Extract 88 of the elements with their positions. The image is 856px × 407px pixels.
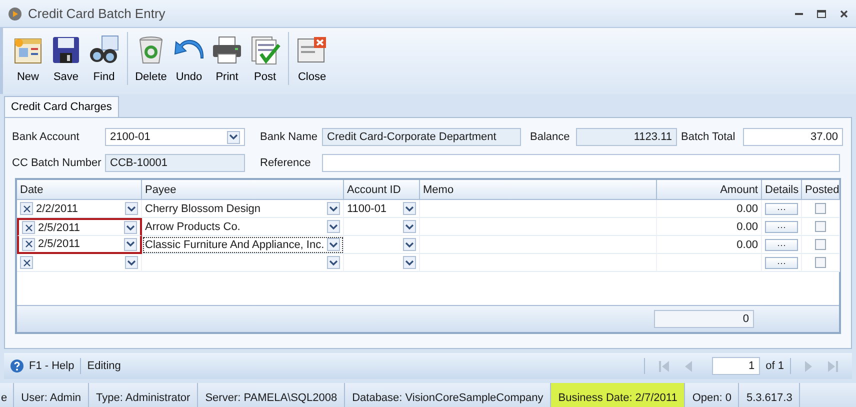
account-id-cell[interactable]: 1100-01 [344, 200, 420, 218]
window-title: Credit Card Batch Entry [28, 6, 166, 21]
close-icon[interactable] [840, 10, 848, 18]
details-button[interactable]: ··· [765, 220, 798, 232]
tab[interactable]: Credit Card Charges [4, 96, 119, 117]
undo-button[interactable]: Undo [170, 32, 208, 85]
column-header[interactable]: Posted [802, 180, 840, 200]
field-label: Bank Name [260, 131, 318, 143]
posted-checkbox[interactable] [815, 203, 826, 214]
status-item: User: Admin [14, 383, 90, 407]
details-button[interactable]: ··· [765, 256, 798, 268]
help-icon[interactable] [10, 359, 24, 373]
clear-icon[interactable] [20, 202, 33, 215]
date-cell[interactable]: 2/2/2011 [17, 200, 142, 218]
memo-cell[interactable] [420, 254, 657, 272]
status-item: Type: Administrator [89, 383, 198, 407]
posted-checkbox[interactable] [815, 239, 826, 250]
clear-icon[interactable] [22, 221, 35, 234]
date-cell[interactable] [17, 254, 142, 272]
details-button[interactable]: ··· [765, 238, 798, 250]
payee-cell[interactable]: Cherry Blossom Design [142, 200, 344, 218]
help-hint: F1 - Help [29, 360, 74, 372]
binoculars-icon [88, 34, 120, 66]
memo-cell[interactable] [420, 200, 657, 218]
payee-text: Arrow Products Co. [145, 220, 240, 232]
status-item: e [0, 383, 14, 407]
reference-field[interactable] [322, 154, 840, 172]
batch-total-field[interactable]: 37.00 [743, 128, 843, 146]
minimize-icon[interactable] [795, 12, 803, 14]
amount-cell[interactable]: 0.00 [657, 218, 762, 236]
amount-cell[interactable]: 0.00 [657, 236, 762, 254]
status-item: 5.3.617.3 [739, 383, 800, 407]
memo-cell[interactable] [420, 218, 657, 236]
column-header[interactable]: Date [17, 180, 142, 200]
app-logo-icon [8, 6, 22, 20]
field-label: CC Batch Number [12, 157, 102, 169]
payee-text: Classic Furniture And Appliance, Inc. [145, 238, 324, 250]
print-button[interactable]: Print [208, 32, 246, 85]
checked-document-icon [249, 34, 281, 66]
details-button[interactable]: ··· [765, 202, 798, 214]
account-id-cell[interactable] [344, 254, 420, 272]
memo-cell[interactable] [420, 236, 657, 254]
save-button[interactable]: Save [47, 32, 85, 85]
close-button[interactable]: Close [288, 32, 331, 85]
account-id-cell[interactable] [344, 236, 420, 254]
date-text: 2/2/2011 [36, 202, 78, 214]
page-field[interactable]: 1 [712, 357, 760, 375]
account-id-cell[interactable] [344, 218, 420, 236]
posted-checkbox[interactable] [815, 221, 826, 232]
payee-cell[interactable]: Classic Furniture And Appliance, Inc. [142, 236, 344, 254]
new-button[interactable]: New [9, 32, 47, 85]
payee-cell[interactable]: Arrow Products Co. [142, 218, 344, 236]
date-cell[interactable]: 2/5/2011 [17, 236, 142, 254]
date-text: 2/5/2011 [38, 222, 80, 234]
field-label: Batch Total [681, 131, 736, 143]
clear-icon[interactable] [20, 256, 33, 269]
delete-button[interactable]: Delete [127, 32, 170, 85]
column-header[interactable]: Memo [420, 180, 657, 200]
page-count: of 1 [766, 360, 784, 372]
maximize-icon[interactable] [817, 10, 826, 18]
payee-cell[interactable] [142, 254, 344, 272]
date-cell[interactable]: 2/5/2011 [17, 218, 142, 236]
balance-field[interactable]: 1123.11 [576, 128, 677, 146]
field-label: Balance [530, 131, 571, 143]
amount-total-field: 0 [654, 310, 754, 328]
posted-checkbox[interactable] [815, 257, 826, 268]
account-id-text: 1100-01 [347, 202, 387, 214]
field-label: Reference [260, 157, 312, 169]
amount-cell[interactable]: 0.00 [657, 200, 762, 218]
clear-icon[interactable] [22, 238, 35, 250]
status-item: Server: PAMELA\SQL2008 [198, 383, 346, 407]
column-header[interactable]: Details [762, 180, 802, 200]
column-header[interactable]: Payee [142, 180, 344, 200]
find-button[interactable]: Find [85, 32, 123, 85]
amount-cell[interactable] [657, 254, 762, 272]
printer-icon [211, 34, 243, 66]
bank-name-field[interactable]: Credit Card-Corporate Department [322, 128, 521, 146]
payee-text: Cherry Blossom Design [145, 202, 261, 214]
post-button[interactable]: Post [246, 32, 284, 85]
bank-account-dropdown[interactable]: 2100-01 [105, 128, 245, 146]
status-item: Business Date: 2/7/2011 [551, 383, 686, 407]
cc-batch-number-field[interactable]: CCB-10001 [105, 154, 245, 172]
mode-text: Editing [87, 360, 121, 372]
field-label: Bank Account [12, 131, 80, 143]
column-header[interactable]: Amount [657, 180, 762, 200]
date-text: 2/5/2011 [38, 238, 80, 250]
column-header[interactable]: Account ID [344, 180, 420, 200]
status-item: Open: 0 [685, 383, 740, 407]
